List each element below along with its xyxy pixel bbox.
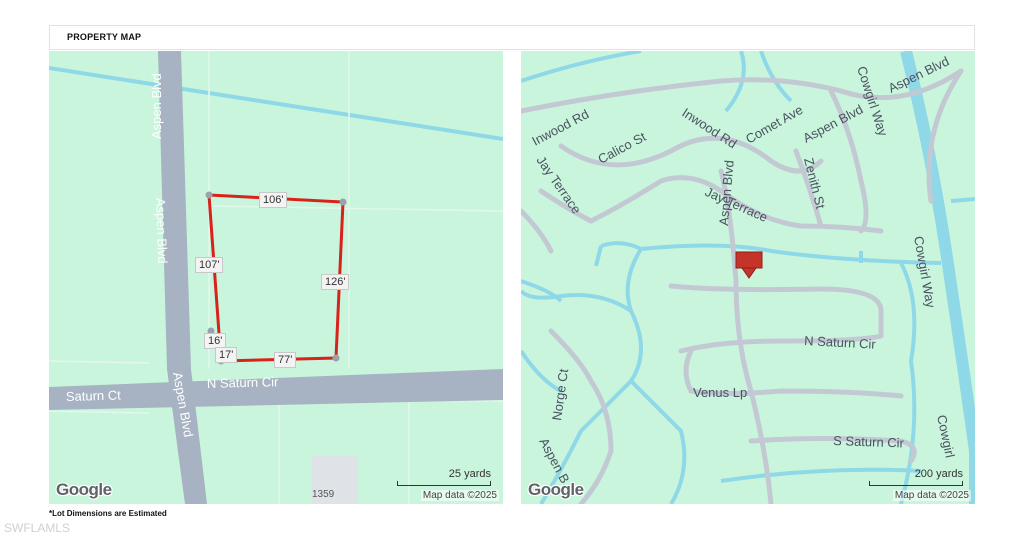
lot-map-canvas: Aspen Blvd Aspen Blvd Aspen Blvd Saturn …: [49, 51, 503, 504]
neighborhood-map-canvas: Inwood Rd Calico St Inwood Rd Comet Ave …: [521, 51, 975, 504]
lot-detail-map[interactable]: Aspen Blvd Aspen Blvd Aspen Blvd Saturn …: [49, 51, 503, 504]
lot-dimension-right: 126': [321, 274, 350, 290]
parcel-number: 1359: [312, 489, 335, 500]
land-area: [49, 51, 503, 504]
lot-dimensions-footnote: *Lot Dimensions are Estimated: [49, 509, 167, 518]
map-attribution[interactable]: Map data ©2025: [420, 490, 499, 501]
road-label-saturn-ct: Saturn Ct: [66, 388, 122, 404]
page-title: PROPERTY MAP: [67, 32, 142, 42]
lot-dimension-bottom-short: 17': [215, 347, 238, 363]
google-logo[interactable]: Google: [56, 480, 112, 500]
road-label-venus-lp: Venus Lp: [693, 385, 747, 400]
google-logo[interactable]: Google: [528, 480, 584, 500]
scale-label: 200 yards: [914, 468, 963, 480]
mls-watermark: SWFLAMLS: [4, 521, 71, 535]
map-attribution[interactable]: Map data ©2025: [892, 490, 971, 501]
road-label-n-saturn-cir: N Saturn Cir: [207, 374, 280, 391]
scale-label: 25 yards: [448, 468, 491, 480]
lot-dimension-top: 106': [259, 192, 288, 208]
map-scale: 200 yards: [869, 468, 963, 486]
map-scale: 25 yards: [397, 468, 491, 486]
property-map-header: PROPERTY MAP: [49, 25, 975, 50]
road-label-s-saturn-cir: S Saturn Cir: [833, 433, 905, 450]
lot-dimension-left: 107': [195, 257, 224, 273]
lot-dimension-bottom: 77': [274, 352, 297, 368]
scale-bar: [869, 481, 963, 486]
road-label-aspen-blvd-mid: Aspen Blvd: [153, 198, 170, 264]
neighborhood-map[interactable]: Inwood Rd Calico St Inwood Rd Comet Ave …: [521, 51, 975, 504]
road-label-aspen-blvd-top: Aspen Blvd: [149, 73, 164, 139]
scale-bar: [397, 481, 491, 486]
